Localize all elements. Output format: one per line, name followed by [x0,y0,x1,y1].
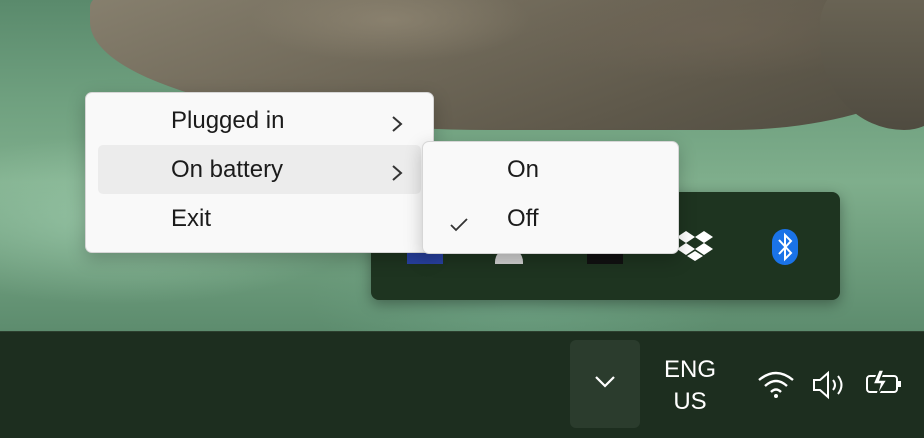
battery-charging-icon[interactable] [865,368,905,403]
menu-item-on-battery[interactable]: On battery [98,145,421,194]
region-code: US [673,388,707,415]
checkmark-icon [450,211,468,239]
taskbar: ENG US [0,331,924,438]
menu-item-exit[interactable]: Exit [98,194,421,243]
submenu-item-off[interactable]: Off [435,194,666,243]
menu-item-plugged-in[interactable]: Plugged in [98,96,421,145]
chevron-up-icon [594,375,616,394]
language-indicator[interactable]: ENG US [650,354,730,418]
submenu: On Off [422,141,679,254]
submenu-item-label: On [507,155,540,183]
submenu-item-label: Off [507,204,539,232]
dropbox-icon[interactable] [677,229,713,266]
show-hidden-icons-button[interactable] [570,340,640,428]
chevron-right-icon [391,161,403,189]
menu-item-label: On battery [171,155,284,183]
context-menu: Plugged in On battery Exit [85,92,434,253]
wifi-icon[interactable] [757,370,795,403]
language-code: ENG [663,356,716,383]
bluetooth-icon[interactable] [772,229,798,270]
menu-item-label: Exit [171,204,212,232]
chevron-right-icon [391,112,403,140]
menu-item-label: Plugged in [171,106,285,134]
submenu-item-on[interactable]: On [435,145,666,194]
speaker-icon[interactable] [812,370,848,405]
